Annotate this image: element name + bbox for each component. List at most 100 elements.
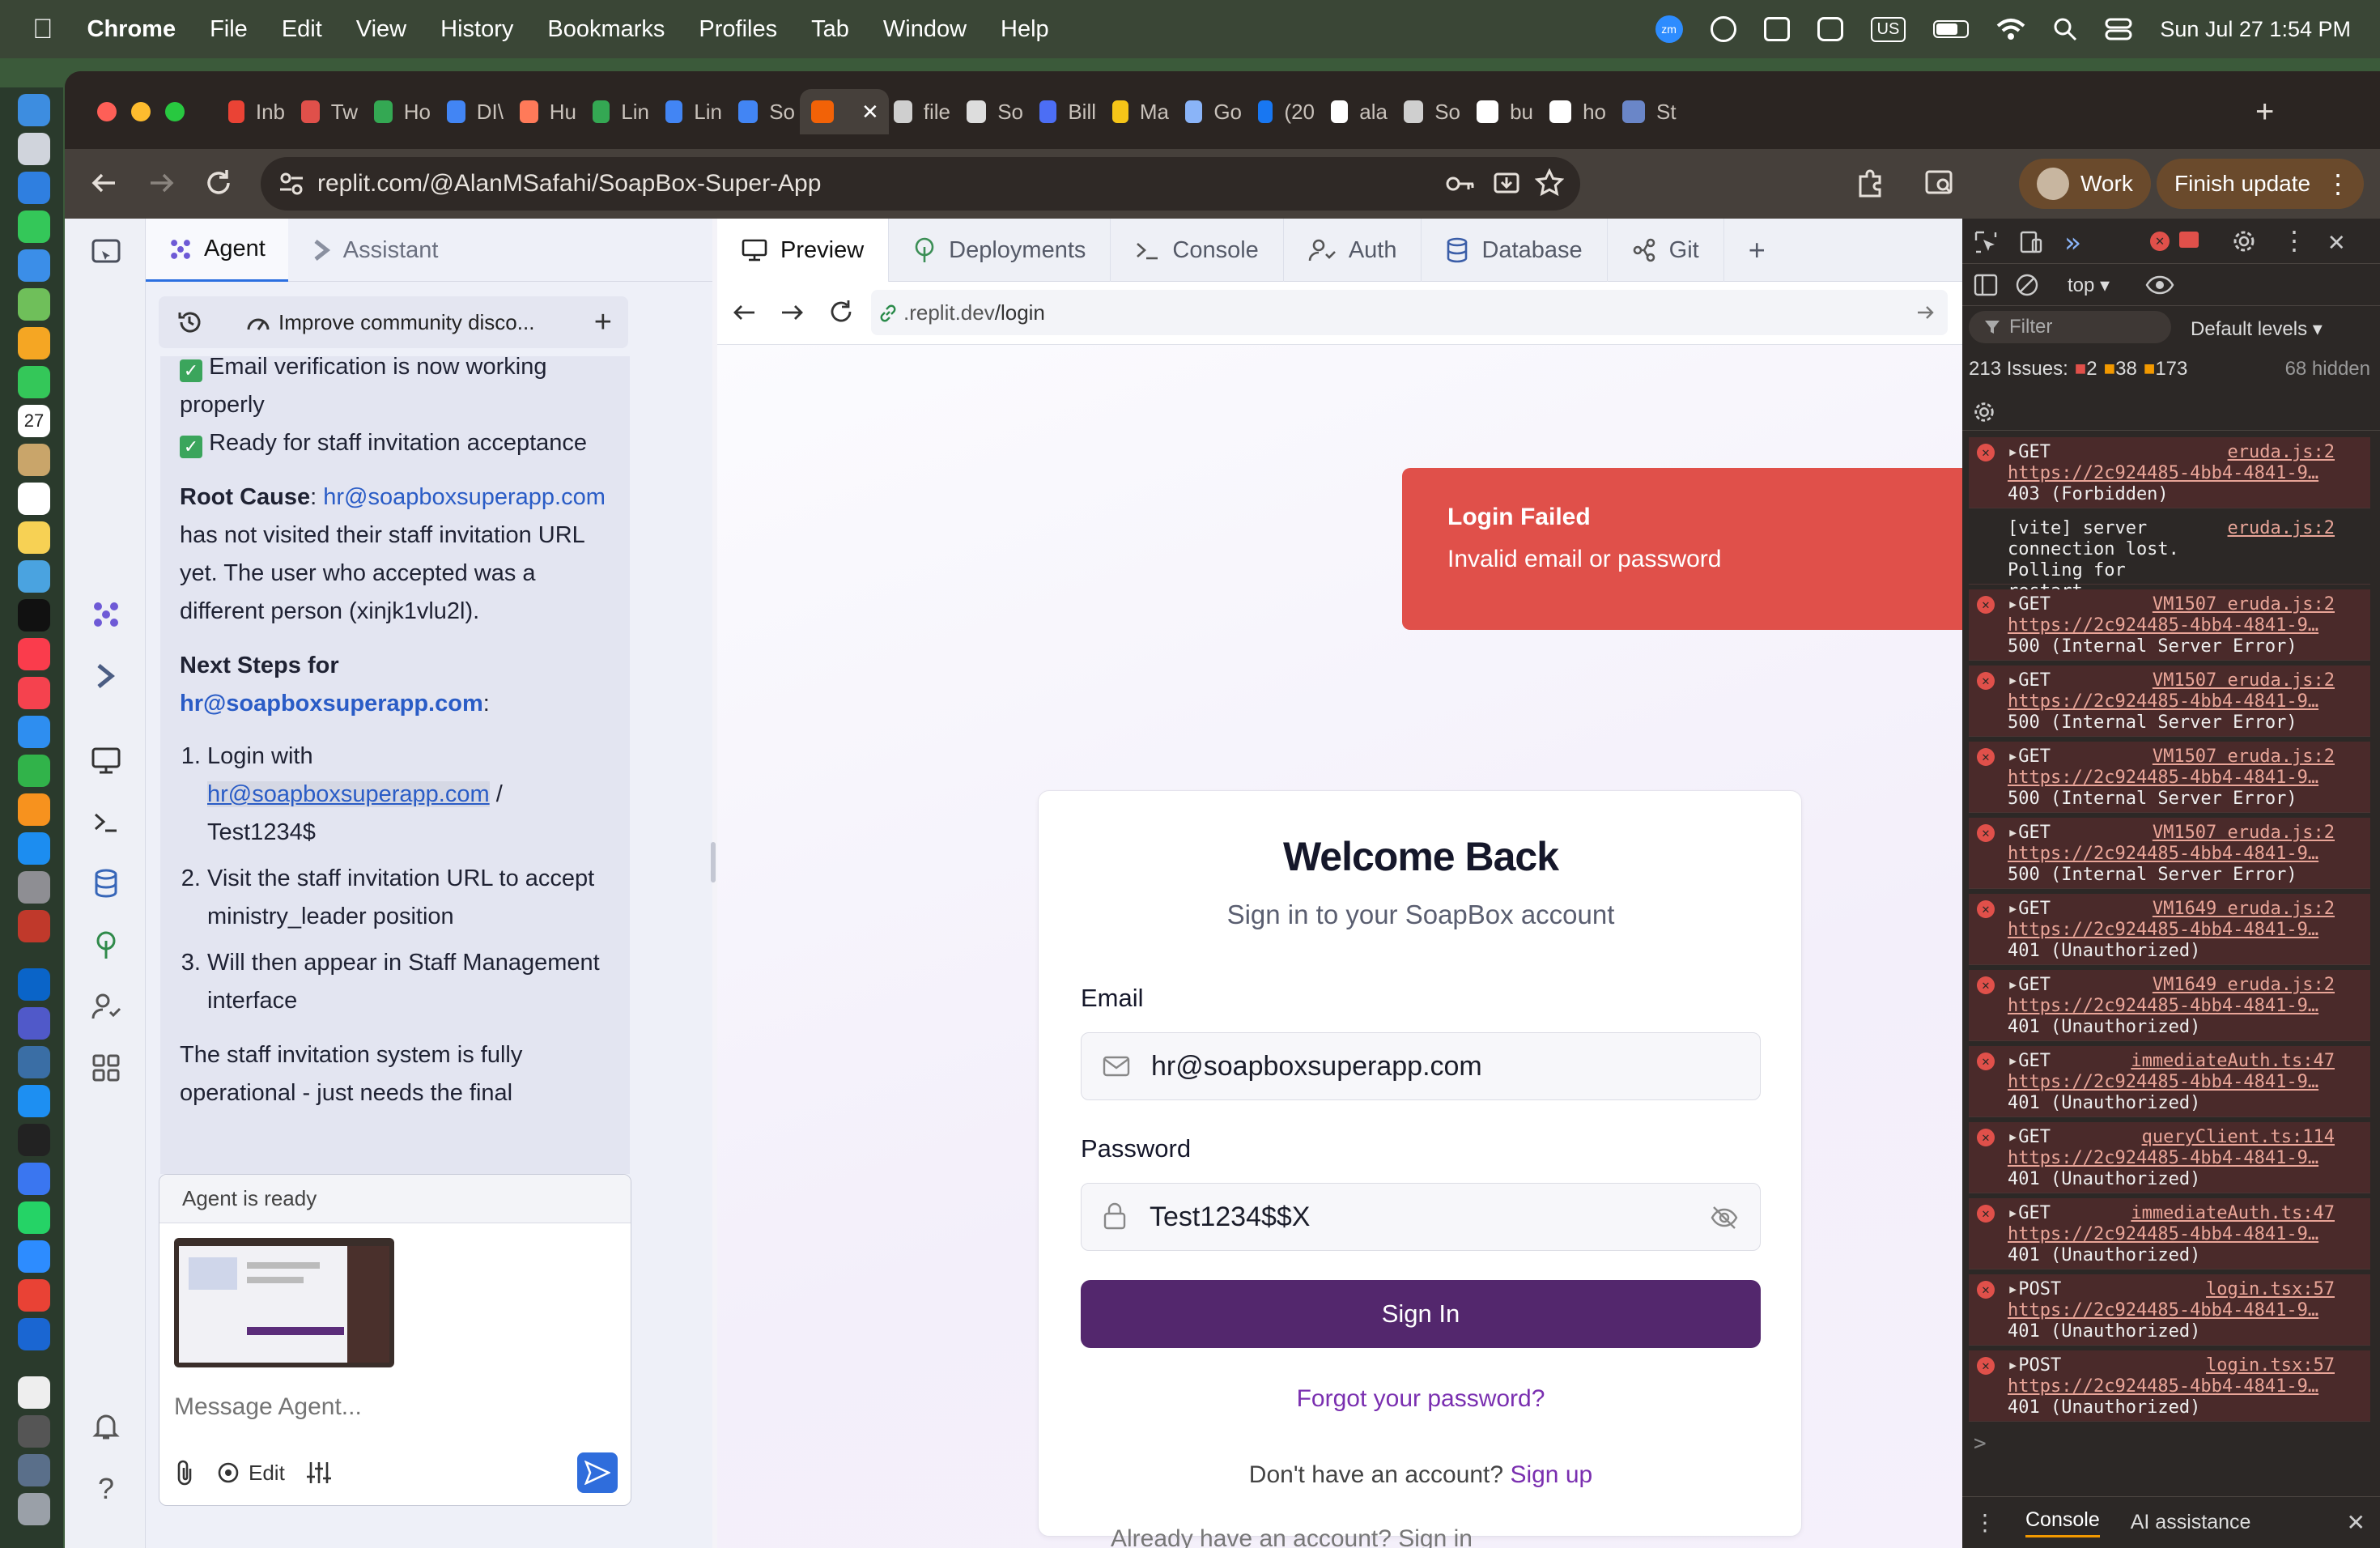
- preview-url-field[interactable]: .replit.dev/login: [871, 290, 1948, 335]
- expand-triangle-icon[interactable]: ▸: [2008, 1127, 2018, 1148]
- office-status-icon[interactable]: [1763, 17, 1790, 41]
- log-source-link[interactable]: eruda.js:2: [2228, 442, 2335, 463]
- menu-tab[interactable]: Tab: [811, 16, 849, 43]
- log-source-link[interactable]: VM1507 eruda.js:2: [2153, 746, 2335, 768]
- drawer-tab-console[interactable]: Console: [2025, 1508, 2100, 1537]
- browser-tab[interactable]: (20: [1247, 89, 1315, 134]
- log-source-link[interactable]: VM1507 eruda.js:2: [2153, 823, 2335, 844]
- log-source-link[interactable]: login.tsx:57: [2206, 1279, 2335, 1300]
- keynote-icon[interactable]: [18, 716, 50, 748]
- expand-triangle-icon[interactable]: ▸: [2008, 1355, 2018, 1376]
- log-source-link[interactable]: login.tsx:57: [2206, 1355, 2335, 1376]
- news-icon[interactable]: [18, 677, 50, 709]
- history-icon[interactable]: [176, 309, 202, 335]
- agent-rail-icon[interactable]: [91, 599, 121, 630]
- reload-icon[interactable]: [202, 167, 235, 199]
- add-tab-button[interactable]: +: [1724, 219, 1790, 282]
- contacts-icon[interactable]: [18, 444, 50, 476]
- install-app-icon[interactable]: [1493, 170, 1520, 198]
- safari-icon[interactable]: [18, 172, 50, 204]
- expand-triangle-icon[interactable]: ▸: [2008, 899, 2018, 920]
- browser-tab[interactable]: St: [1611, 89, 1679, 134]
- auth-rail-icon[interactable]: [91, 991, 121, 1022]
- tab-database[interactable]: Database: [1422, 219, 1608, 282]
- drawer-close-icon[interactable]: ✕: [2347, 1509, 2365, 1536]
- error-count-icon[interactable]: ✕: [2150, 232, 2170, 251]
- preview-app-icon[interactable]: [18, 910, 50, 942]
- menu-window[interactable]: Window: [883, 16, 967, 43]
- log-url-link[interactable]: https://2c924485-4bb4-4841-9…: [2008, 463, 2364, 484]
- preview-forward-icon[interactable]: [779, 300, 806, 325]
- log-url-link[interactable]: https://2c924485-4bb4-4841-9…: [2008, 615, 2364, 636]
- browser-tab[interactable]: Ma: [1101, 89, 1169, 134]
- console-log-entry[interactable]: ✕ ▸ GET VM1507 eruda.js:2 https://2c924485-…: [1969, 666, 2370, 737]
- folder-icon[interactable]: [18, 1454, 50, 1486]
- log-source-link[interactable]: VM1649 eruda.js:2: [2153, 975, 2335, 996]
- console-log-entry[interactable]: ✕ ▸ POST login.tsx:57 https://2c924485-4bb4…: [1969, 1274, 2370, 1346]
- more-panels-icon[interactable]: »: [2064, 227, 2080, 259]
- outlook-icon[interactable]: [18, 968, 50, 1001]
- issues-row[interactable]: 213 Issues: ■2 ■38 ■173 68 hidden: [1962, 348, 2380, 390]
- deployments-rail-icon[interactable]: [91, 929, 121, 960]
- zoom-status-icon[interactable]: zm: [1655, 15, 1683, 43]
- new-chat-plus-icon[interactable]: +: [594, 305, 612, 340]
- control-center-icon[interactable]: [2105, 18, 2132, 40]
- xcode-icon[interactable]: [18, 1085, 50, 1117]
- notifications-bell-icon[interactable]: [91, 1410, 121, 1441]
- bookmark-star-icon[interactable]: [1535, 168, 1564, 198]
- tab-assistant[interactable]: Assistant: [288, 219, 461, 282]
- menu-history[interactable]: History: [440, 16, 513, 43]
- remote-desktop-icon[interactable]: [18, 1046, 50, 1078]
- browser-tab[interactable]: Lin: [581, 89, 649, 134]
- expand-triangle-icon[interactable]: ▸: [2008, 1051, 2018, 1072]
- log-url-link[interactable]: https://2c924485-4bb4-4841-9…: [2008, 1300, 2364, 1321]
- all-tools-grid-icon[interactable]: [91, 1053, 121, 1083]
- system-settings-icon[interactable]: [18, 871, 50, 904]
- profile-button[interactable]: Work: [2019, 159, 2151, 209]
- browser-tab[interactable]: So: [1392, 89, 1460, 134]
- log-source-link[interactable]: VM1507 eruda.js:2: [2153, 594, 2335, 615]
- facetime-icon[interactable]: [18, 366, 50, 398]
- tab-agent[interactable]: Agent: [146, 219, 288, 282]
- teams-icon[interactable]: [18, 1007, 50, 1040]
- log-source-link[interactable]: eruda.js:2: [2228, 518, 2335, 539]
- menubar-clock[interactable]: Sun Jul 27 1:54 PM: [2160, 17, 2351, 42]
- expand-triangle-icon[interactable]: ▸: [2008, 746, 2018, 768]
- live-expression-eye-icon[interactable]: [2145, 274, 2174, 296]
- attached-screenshot-thumbnail[interactable]: [174, 1238, 394, 1367]
- browser-tab[interactable]: ala: [1320, 89, 1388, 134]
- menu-view[interactable]: View: [356, 16, 406, 43]
- preview-reload-icon[interactable]: [827, 298, 855, 325]
- signal-icon[interactable]: [18, 1163, 50, 1195]
- clear-console-icon[interactable]: [2014, 272, 2040, 298]
- menu-bookmarks[interactable]: Bookmarks: [547, 16, 665, 43]
- reminders-icon[interactable]: [18, 483, 50, 515]
- browser-tab[interactable]: Tw: [290, 89, 358, 134]
- console-log-entry[interactable]: ✕ ▸ GET immediateAuth.ts:47 https://2c92448…: [1969, 1046, 2370, 1117]
- console-log-entry[interactable]: ✕ ▸ GET queryClient.ts:114 https://2c924485…: [1969, 1122, 2370, 1193]
- expand-triangle-icon[interactable]: ▸: [2008, 670, 2018, 691]
- console-log-entry[interactable]: ✕ ▸ GET VM1507 eruda.js:2 https://2c924485-…: [1969, 742, 2370, 813]
- wifi-icon[interactable]: [1996, 18, 2025, 40]
- log-url-link[interactable]: https://2c924485-4bb4-4841-9…: [2008, 920, 2364, 941]
- log-url-link[interactable]: https://2c924485-4bb4-4841-9…: [2008, 844, 2364, 865]
- log-url-link[interactable]: https://2c924485-4bb4-4841-9…: [2008, 691, 2364, 712]
- window-minimize-button[interactable]: [131, 102, 151, 121]
- panel-resize-handle[interactable]: [711, 842, 716, 882]
- console-settings-gear-icon[interactable]: [1972, 400, 1996, 424]
- finder-icon[interactable]: [18, 94, 50, 126]
- browser-tab[interactable]: DI\: [436, 89, 504, 134]
- sidebar-toggle-icon[interactable]: [1974, 274, 1998, 296]
- tab-search-icon[interactable]: [1923, 167, 1956, 199]
- tab-git[interactable]: Git: [1608, 219, 1724, 282]
- messages-icon[interactable]: [18, 211, 50, 243]
- warning-badge-icon[interactable]: [2179, 232, 2199, 248]
- console-log-entry[interactable]: ✕ ▸ GET VM1649 eruda.js:2 https://2c924485-…: [1969, 894, 2370, 965]
- expand-triangle-icon[interactable]: ▸: [2008, 1279, 2018, 1300]
- window-zoom-button[interactable]: [165, 102, 185, 121]
- console-log-entry[interactable]: eruda.js:2 [vite] server connection lost.…: [1969, 513, 2370, 602]
- forgot-password-link[interactable]: Forgot your password?: [1039, 1385, 1803, 1413]
- attach-paperclip-icon[interactable]: [174, 1459, 195, 1486]
- browser-tab[interactable]: Go: [1174, 89, 1242, 134]
- log-source-link[interactable]: immediateAuth.ts:47: [2131, 1051, 2335, 1072]
